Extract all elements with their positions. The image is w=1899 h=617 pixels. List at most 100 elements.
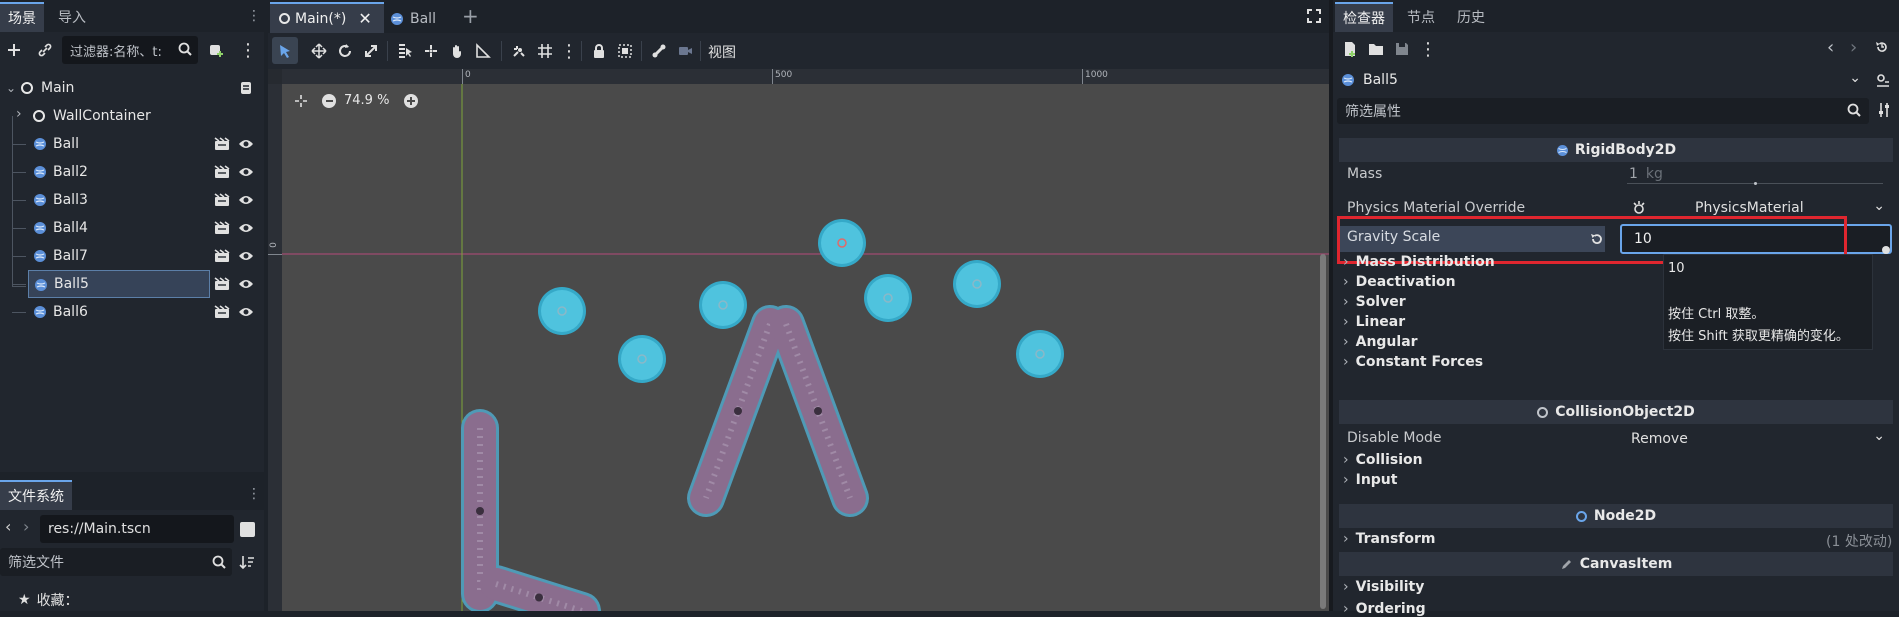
pan-hand-icon[interactable] [444,37,470,65]
wall-peak-right-pivot[interactable] [814,407,822,415]
disable-mode-dropdown[interactable]: Remove ⌄ [1621,426,1889,452]
group-input[interactable]: Input [1343,472,1398,488]
chevron-down-icon[interactable]: ⌄ [1873,428,1885,444]
distraction-free-icon[interactable] [1306,8,1322,24]
inspector-menu-icon[interactable]: ⋮ [1415,35,1441,63]
grid-snap-icon[interactable] [532,37,558,65]
close-tab-icon[interactable]: ✕ [358,9,371,28]
group-mass-distribution[interactable]: Mass Distribution [1343,254,1495,270]
file-filter-input[interactable]: 筛选文件 [0,548,232,576]
scene-menu-icon[interactable]: ⋮ [235,36,261,64]
tab-history[interactable]: 历史 [1449,2,1493,32]
group-ordering[interactable]: Ordering [1343,601,1426,617]
object-history-icon[interactable] [1875,40,1889,54]
revert-icon[interactable] [1590,232,1604,246]
open-scene-icon[interactable] [214,136,230,152]
tab-filesystem[interactable]: 文件系统 [0,480,72,510]
visibility-eye-icon[interactable] [238,192,254,208]
slider-grabber[interactable] [1882,246,1890,254]
ball[interactable] [541,290,583,332]
snap-icon[interactable] [506,37,532,65]
open-scene-icon[interactable] [214,276,230,292]
ball[interactable] [821,222,863,264]
center-view-icon[interactable] [294,94,308,108]
group-collision[interactable]: Collision [1343,452,1423,468]
split-mode-icon[interactable] [240,522,255,537]
expand-arrow-icon[interactable]: › [16,106,22,122]
new-resource-icon[interactable] [1337,35,1363,63]
scene-canvas[interactable] [282,84,1329,611]
scale-mode-icon[interactable] [358,37,384,65]
visibility-eye-icon[interactable] [238,164,254,180]
group-angular[interactable]: Angular [1343,334,1418,350]
tab-inspector[interactable]: 检查器 [1335,2,1393,32]
back-arrow-icon[interactable]: ‹ [5,517,11,536]
tab-node[interactable]: 节点 [1399,2,1443,32]
gravity-scale-input[interactable]: 10 [1620,224,1892,254]
section-rigidbody2d[interactable]: RigidBody2D [1339,138,1893,162]
group-linear[interactable]: Linear [1343,314,1406,330]
dock-menu-icon[interactable]: ⋮ [247,486,261,502]
tree-item-wallcontainer[interactable]: › WallContainer [0,102,264,130]
history-back-icon[interactable]: ‹ [1827,37,1834,58]
tree-item-main[interactable]: ⌄ Main [0,74,264,102]
group-icon[interactable] [612,37,638,65]
sort-icon[interactable] [239,554,255,570]
open-scene-icon[interactable] [214,164,230,180]
object-properties-icon[interactable] [1875,72,1891,88]
chevron-down-icon[interactable]: ⌄ [1849,70,1861,86]
zoom-in-icon[interactable] [404,94,418,108]
open-scene-icon[interactable] [214,192,230,208]
link-icon[interactable] [32,36,58,64]
ball[interactable] [1019,333,1061,375]
ball[interactable] [956,263,998,305]
mass-spinbox[interactable]: 1 kg [1621,162,1889,186]
mass-slider-grabber[interactable] [1754,182,1757,185]
favorites-row[interactable]: ★ 收藏： [18,590,79,610]
wall-left-pivot[interactable] [476,507,484,515]
chevron-down-icon[interactable]: ⌄ [1873,198,1885,214]
group-visibility[interactable]: Visibility [1343,579,1425,595]
lock-icon[interactable] [586,37,612,65]
visibility-eye-icon[interactable] [238,220,254,236]
group-deactivation[interactable]: Deactivation [1343,274,1456,290]
history-forward-icon[interactable]: › [1850,37,1857,58]
canvas-viewport[interactable]: 74.9 % [282,84,1329,611]
visibility-eye-icon[interactable] [238,304,254,320]
visibility-eye-icon[interactable] [238,136,254,152]
section-collisionobject2d[interactable]: CollisionObject2D [1339,400,1893,424]
view-menu[interactable]: 视图 [708,42,736,62]
pivot-icon[interactable] [418,37,444,65]
open-folder-icon[interactable] [1363,35,1389,63]
save-icon[interactable] [1389,35,1415,63]
select-mode-icon[interactable] [272,37,298,64]
zoom-level[interactable]: 74.9 % [344,93,389,108]
tab-import[interactable]: 导入 [50,2,94,32]
snap-options-icon[interactable]: ⋮ [556,37,582,65]
tab-main-scene[interactable]: Main(*) ✕ [270,2,384,33]
ball[interactable] [867,277,909,319]
wall-bottom-left-pivot[interactable] [535,593,543,602]
wall-peak-left-pivot[interactable] [734,407,742,415]
add-tab-icon[interactable]: + [462,4,479,28]
instance-scene-icon[interactable] [203,36,229,64]
visibility-eye-icon[interactable] [238,248,254,264]
tab-scene[interactable]: 场景 [0,2,44,32]
open-scene-icon[interactable] [214,248,230,264]
forward-arrow-icon[interactable]: › [23,517,29,536]
property-filter-input[interactable]: 筛选属性 [1337,98,1869,124]
expand-arrow-icon[interactable]: ⌄ [6,81,16,95]
object-selector[interactable]: Ball5 ⌄ [1337,68,1867,92]
group-constant-forces[interactable]: Constant Forces [1343,354,1484,370]
zoom-out-icon[interactable] [322,94,336,108]
camera-override-icon[interactable] [672,37,698,65]
open-scene-icon[interactable] [214,304,230,320]
section-canvasitem[interactable]: CanvasItem [1339,552,1893,576]
add-node-icon[interactable] [1,36,27,64]
visibility-eye-icon[interactable] [238,276,254,292]
move-mode-icon[interactable] [306,37,332,65]
property-options-icon[interactable] [1877,102,1891,118]
scene-filter-input[interactable]: 过滤器:名称、t: [62,36,198,64]
group-solver[interactable]: Solver [1343,294,1406,310]
section-node2d[interactable]: Node2D [1339,504,1893,528]
